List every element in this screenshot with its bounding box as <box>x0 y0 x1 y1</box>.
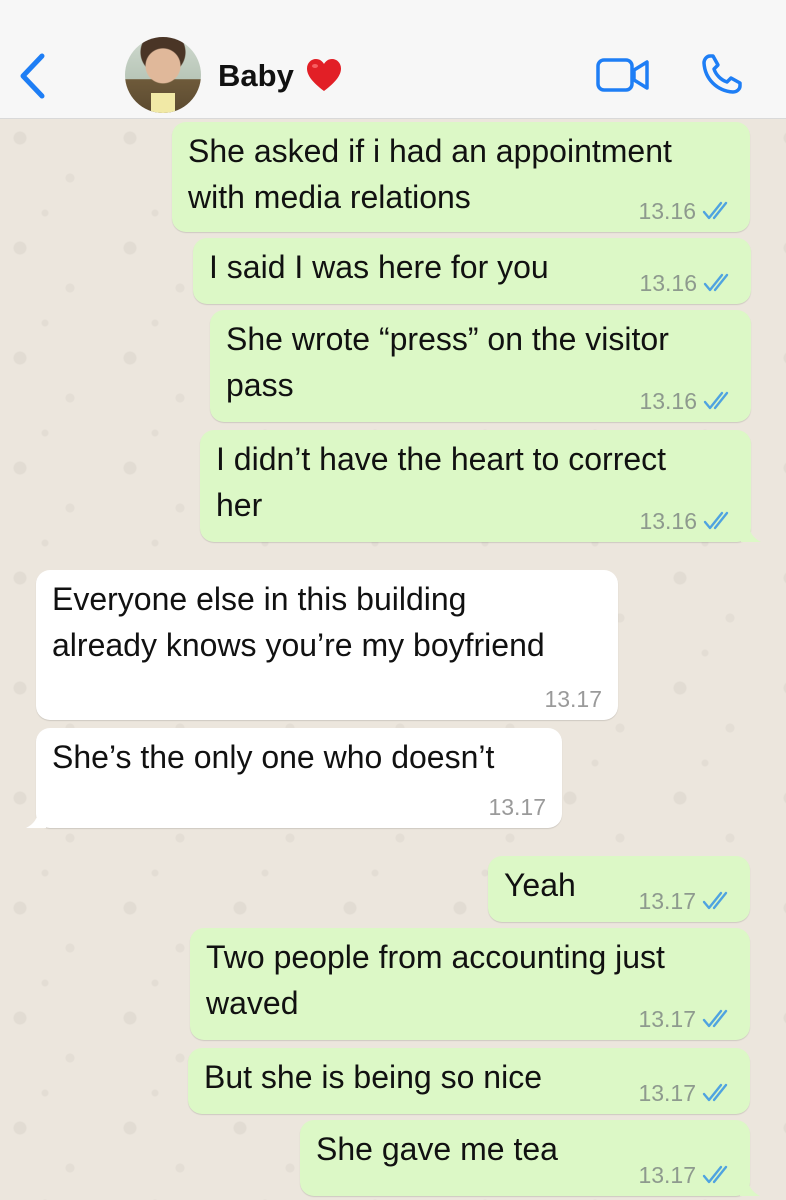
message-time: 13.17 <box>488 794 546 820</box>
avatar-shirt-detail <box>151 93 175 113</box>
double-check-icon <box>702 891 728 910</box>
bubble-tail <box>26 810 46 828</box>
message-line: She wrote “press” on the visitor <box>226 321 669 357</box>
heart-icon <box>306 59 341 91</box>
message-time: 13.17 <box>638 1080 696 1106</box>
incoming-message[interactable]: She’s the only one who doesn’t 13.17 <box>26 728 562 828</box>
message-meta: 13.17 <box>638 886 734 916</box>
message-text: Two people from accounting just waved <box>206 934 665 1026</box>
message-text: I said I was here for you <box>209 244 549 290</box>
message-text: Yeah <box>504 862 576 908</box>
message-line: Yeah <box>504 867 576 903</box>
outgoing-message[interactable]: But she is being so nice 13.17 <box>188 1048 750 1114</box>
outgoing-message[interactable]: I didn’t have the heart to correct her 13.… <box>200 430 761 542</box>
message-time: 13.17 <box>638 1006 696 1032</box>
message-line: already knows you’re my boyfriend <box>52 627 545 663</box>
outgoing-message[interactable]: Yeah 13.17 <box>488 856 750 922</box>
double-check-icon <box>703 273 729 292</box>
double-check-icon <box>703 511 729 530</box>
message-time: 13.16 <box>639 508 697 534</box>
message-meta: 13.17 <box>638 1078 734 1108</box>
incoming-message[interactable]: Everyone else in this building already kn… <box>36 570 618 720</box>
message-time: 13.17 <box>638 888 696 914</box>
message-text: She wrote “press” on the visitor pass <box>226 316 669 408</box>
double-check-icon <box>702 1009 728 1028</box>
message-line: with media relations <box>188 179 471 215</box>
message-text: She asked if i had an appointment with me… <box>188 128 672 220</box>
outgoing-message[interactable]: She asked if i had an appointment with me… <box>172 122 750 232</box>
message-line: But she is being so nice <box>204 1059 542 1095</box>
message-meta: 13.17 <box>488 792 546 822</box>
chevron-left-icon <box>20 53 45 99</box>
contact-name[interactable]: Baby <box>218 58 342 94</box>
double-check-icon <box>702 201 728 220</box>
double-check-icon <box>703 391 729 410</box>
message-time: 13.17 <box>638 1162 696 1188</box>
message-meta: 13.16 <box>639 386 735 416</box>
outgoing-message[interactable]: I said I was here for you 13.16 <box>193 238 751 304</box>
message-time: 13.17 <box>544 686 602 712</box>
message-meta: 13.16 <box>639 506 735 536</box>
message-text: I didn’t have the heart to correct her <box>216 436 666 528</box>
message-line: She gave me tea <box>316 1131 558 1167</box>
phone-icon <box>702 54 742 94</box>
message-line: I said I was here for you <box>209 249 549 285</box>
contact-name-text: Baby <box>218 58 294 93</box>
back-button[interactable] <box>14 50 54 102</box>
message-line: She’s the only one who doesn’t <box>52 739 495 775</box>
message-meta: 13.17 <box>544 684 602 714</box>
message-time: 13.16 <box>639 388 697 414</box>
message-time: 13.16 <box>639 270 697 296</box>
message-text: She gave me tea <box>316 1126 558 1172</box>
voice-call-button[interactable] <box>700 52 744 96</box>
message-time: 13.16 <box>638 198 696 224</box>
message-text: Everyone else in this building already kn… <box>52 576 545 668</box>
message-line: I didn’t have the heart to correct <box>216 441 667 477</box>
video-call-button[interactable] <box>596 57 650 93</box>
avatar[interactable] <box>125 37 201 113</box>
message-line: She asked if i had an appointment <box>188 133 672 169</box>
message-meta: 13.16 <box>639 268 735 298</box>
message-meta: 13.17 <box>638 1004 734 1034</box>
message-line: Everyone else in this building <box>52 581 467 617</box>
chat-header: Baby <box>0 0 786 119</box>
message-meta: 13.16 <box>638 196 734 226</box>
video-camera-icon <box>596 58 649 92</box>
message-line: her <box>216 487 263 523</box>
message-meta: 13.17 <box>638 1160 734 1190</box>
double-check-icon <box>702 1165 728 1184</box>
bubble-tail <box>741 524 761 542</box>
double-check-icon <box>702 1083 728 1102</box>
message-line: Two people from accounting just <box>206 939 665 975</box>
outgoing-message[interactable]: She wrote “press” on the visitor pass 13.1… <box>210 310 751 422</box>
message-line: waved <box>206 985 299 1021</box>
bubble-tail <box>740 1178 760 1196</box>
message-line: pass <box>226 367 294 403</box>
outgoing-message[interactable]: She gave me tea 13.17 <box>300 1120 760 1196</box>
message-text: But she is being so nice <box>204 1054 542 1100</box>
outgoing-message[interactable]: Two people from accounting just waved 13.1… <box>190 928 750 1040</box>
message-text: She’s the only one who doesn’t <box>52 734 494 780</box>
